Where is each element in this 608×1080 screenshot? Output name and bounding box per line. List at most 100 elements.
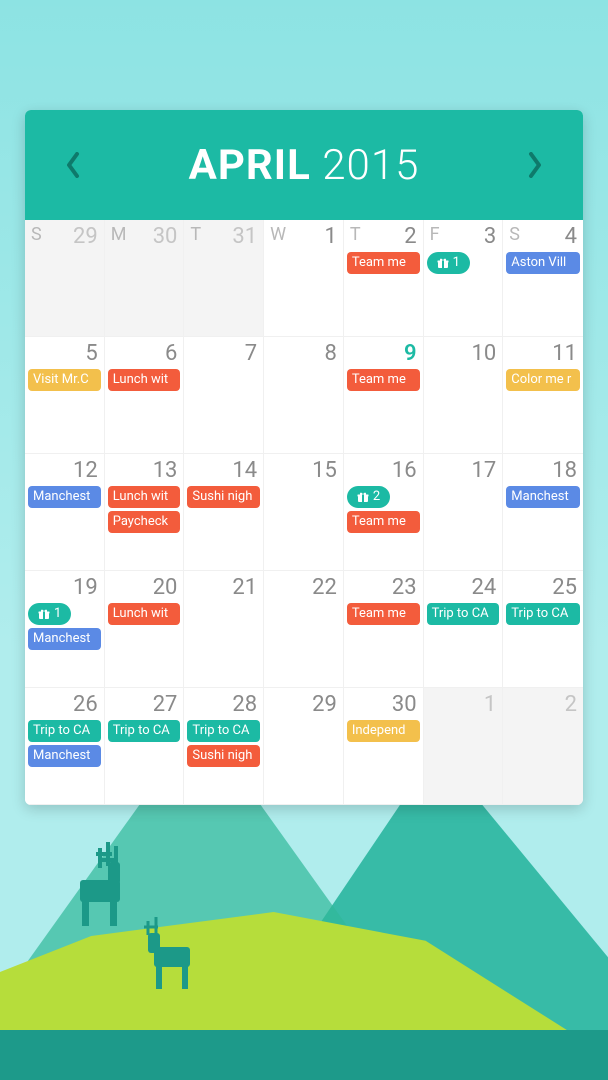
- day-cell[interactable]: 18Manchest: [503, 454, 583, 571]
- day-number: 18: [503, 458, 583, 484]
- day-cell[interactable]: 24Trip to CA: [424, 571, 504, 688]
- event-chip[interactable]: Team me: [347, 252, 420, 274]
- event-chip[interactable]: Trip to CA: [187, 720, 260, 742]
- day-number: 1: [424, 692, 503, 718]
- day-cell[interactable]: 9Team me: [344, 337, 424, 454]
- birthday-badge[interactable]: 2: [347, 486, 390, 508]
- day-cell[interactable]: 20Lunch wit: [105, 571, 185, 688]
- day-cell[interactable]: S4Aston Vill: [503, 220, 583, 337]
- event-chip[interactable]: Manchest: [28, 745, 101, 767]
- events-container: [184, 367, 263, 369]
- event-chip[interactable]: Lunch wit: [108, 603, 181, 625]
- day-number: 23: [344, 575, 423, 601]
- day-cell[interactable]: 1: [424, 688, 504, 805]
- day-cell[interactable]: 191Manchest: [25, 571, 105, 688]
- day-cell[interactable]: 25Trip to CA: [503, 571, 583, 688]
- birthday-badge[interactable]: 1: [427, 252, 470, 274]
- badge-count: 1: [453, 255, 460, 271]
- events-container: [424, 367, 503, 369]
- event-chip[interactable]: Manchest: [28, 628, 101, 650]
- day-cell[interactable]: 12Manchest: [25, 454, 105, 571]
- event-chip[interactable]: Sushi nigh: [187, 745, 260, 767]
- day-number: 3: [440, 224, 503, 250]
- day-cell[interactable]: 162 Team me: [344, 454, 424, 571]
- weekday-label: T: [184, 224, 201, 246]
- events-container: [184, 601, 263, 603]
- day-cell[interactable]: 10: [424, 337, 504, 454]
- day-cell[interactable]: 23Team me: [344, 571, 424, 688]
- day-cell[interactable]: 14Sushi nigh: [184, 454, 264, 571]
- day-cell[interactable]: 2: [503, 688, 583, 805]
- day-cell[interactable]: 8: [264, 337, 344, 454]
- day-number: 27: [105, 692, 184, 718]
- events-container: Manchest: [503, 484, 583, 508]
- event-chip[interactable]: Sushi nigh: [187, 486, 260, 508]
- day-cell[interactable]: T2Team me: [344, 220, 424, 337]
- day-cell[interactable]: S29: [25, 220, 105, 337]
- day-number: 8: [264, 341, 343, 367]
- day-cell[interactable]: 28Trip to CASushi nigh: [184, 688, 264, 805]
- day-cell[interactable]: W1: [264, 220, 344, 337]
- day-number: 7: [184, 341, 263, 367]
- events-container: Lunch wit Paycheck: [105, 484, 184, 533]
- event-chip[interactable]: Trip to CA: [28, 720, 101, 742]
- day-cell[interactable]: 11Color me r: [503, 337, 583, 454]
- day-number: 11: [503, 341, 583, 367]
- day-number: 1: [286, 224, 343, 250]
- event-chip[interactable]: Lunch wit: [108, 486, 181, 508]
- event-chip[interactable]: Lunch wit: [108, 369, 181, 391]
- birthday-badge[interactable]: 1: [28, 603, 71, 625]
- weekday-label: M: [105, 224, 127, 246]
- event-chip[interactable]: Color me r: [506, 369, 580, 391]
- events-container: [503, 718, 583, 720]
- day-cell[interactable]: 5Visit Mr.C: [25, 337, 105, 454]
- events-container: Trip to CA: [105, 718, 184, 742]
- event-chip[interactable]: Trip to CA: [108, 720, 181, 742]
- day-cell[interactable]: 29: [264, 688, 344, 805]
- day-cell[interactable]: 26Trip to CAManchest: [25, 688, 105, 805]
- events-container: Visit Mr.C: [25, 367, 104, 391]
- event-chip[interactable]: Team me: [347, 369, 420, 391]
- events-container: [264, 250, 343, 252]
- next-month-button[interactable]: [515, 145, 555, 185]
- weekday-label: T: [344, 224, 361, 246]
- events-container: Trip to CA: [424, 601, 503, 625]
- day-number: 16: [344, 458, 423, 484]
- day-number: 4: [520, 224, 583, 250]
- events-container: Sushi nigh: [184, 484, 263, 508]
- weekday-label: S: [25, 224, 42, 246]
- day-number: 20: [105, 575, 184, 601]
- events-container: [264, 367, 343, 369]
- day-cell[interactable]: 6Lunch wit: [105, 337, 185, 454]
- events-container: Team me: [344, 601, 423, 625]
- day-number: 29: [264, 692, 343, 718]
- day-cell[interactable]: 17: [424, 454, 504, 571]
- day-cell[interactable]: 27Trip to CA: [105, 688, 185, 805]
- event-chip[interactable]: Trip to CA: [506, 603, 580, 625]
- event-chip[interactable]: Visit Mr.C: [28, 369, 101, 391]
- day-cell[interactable]: 13Lunch witPaycheck: [105, 454, 185, 571]
- day-cell[interactable]: M30: [105, 220, 185, 337]
- event-chip[interactable]: Team me: [347, 511, 420, 533]
- event-chip[interactable]: Independ: [347, 720, 420, 742]
- event-chip[interactable]: Aston Vill: [506, 252, 580, 274]
- events-container: Team me: [344, 367, 423, 391]
- day-cell[interactable]: 21: [184, 571, 264, 688]
- event-chip[interactable]: Team me: [347, 603, 420, 625]
- event-chip[interactable]: Manchest: [506, 486, 580, 508]
- weekday-label: S: [503, 224, 520, 246]
- day-cell[interactable]: 22: [264, 571, 344, 688]
- day-number: 30: [344, 692, 423, 718]
- month-year-title[interactable]: APRIL 2015: [189, 141, 420, 190]
- day-cell[interactable]: 7: [184, 337, 264, 454]
- day-cell[interactable]: T31: [184, 220, 264, 337]
- day-cell[interactable]: F31: [424, 220, 504, 337]
- prev-month-button[interactable]: [53, 145, 93, 185]
- event-chip[interactable]: Manchest: [28, 486, 101, 508]
- event-chip[interactable]: Paycheck: [108, 511, 181, 533]
- event-chip[interactable]: Trip to CA: [427, 603, 500, 625]
- events-container: 2 Team me: [344, 484, 423, 533]
- day-cell[interactable]: 30Independ: [344, 688, 424, 805]
- events-container: Trip to CA Manchest: [25, 718, 104, 767]
- day-cell[interactable]: 15: [264, 454, 344, 571]
